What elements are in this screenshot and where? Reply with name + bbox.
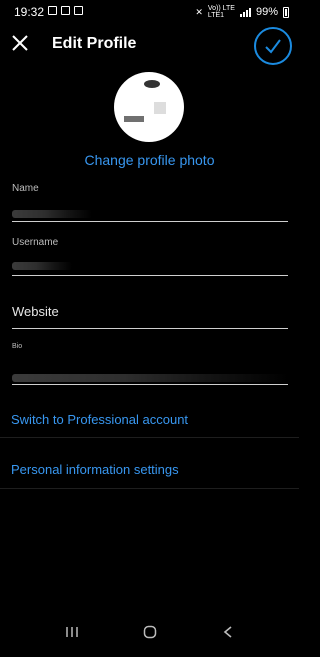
bio-field[interactable] <box>12 374 288 382</box>
network-label: Vo)) LTE LTE1 <box>208 5 235 19</box>
name-field[interactable] <box>12 210 92 218</box>
username-label: Username <box>12 237 59 248</box>
status-right-group: ✕ Vo)) LTE LTE1 99% <box>195 5 289 19</box>
network-type: Vo)) LTE <box>207 5 235 12</box>
website-field[interactable]: Website <box>12 304 59 319</box>
notification-icons <box>48 6 83 15</box>
bio-underline <box>12 384 288 385</box>
page-title: Edit Profile <box>52 35 137 52</box>
status-bar: 19:32 ✕ Vo)) LTE LTE1 99% <box>0 0 299 24</box>
personal-info-settings-link[interactable]: Personal information settings <box>11 462 179 477</box>
website-underline <box>12 328 288 329</box>
username-underline <box>12 275 288 276</box>
top-app-bar: Edit Profile <box>0 24 299 66</box>
back-icon[interactable] <box>216 622 240 642</box>
close-icon[interactable] <box>10 33 30 53</box>
divider <box>0 437 299 438</box>
system-nav-bar <box>0 612 299 652</box>
name-underline <box>12 221 288 222</box>
username-field[interactable] <box>12 262 72 270</box>
signal-icon <box>239 7 251 17</box>
check-icon <box>265 39 281 54</box>
gallery-notification-icon <box>48 6 57 15</box>
mute-icon: ✕ <box>195 6 203 17</box>
name-label: Name <box>12 183 39 194</box>
switch-professional-link[interactable]: Switch to Professional account <box>11 412 188 427</box>
bio-label: Bio <box>12 343 23 350</box>
divider <box>0 488 299 489</box>
avatar[interactable] <box>114 72 184 142</box>
message-notification-icon <box>74 6 83 15</box>
status-time: 19:32 <box>14 5 45 19</box>
change-profile-photo-link[interactable]: Change profile photo <box>0 152 299 168</box>
home-icon[interactable] <box>138 622 162 642</box>
network-sub: LTE1 <box>207 12 225 19</box>
recent-apps-icon[interactable] <box>60 622 84 642</box>
image-notification-icon <box>61 6 70 15</box>
save-button[interactable] <box>254 27 292 65</box>
battery-icon <box>283 6 289 18</box>
battery-percent: 99% <box>255 6 278 18</box>
